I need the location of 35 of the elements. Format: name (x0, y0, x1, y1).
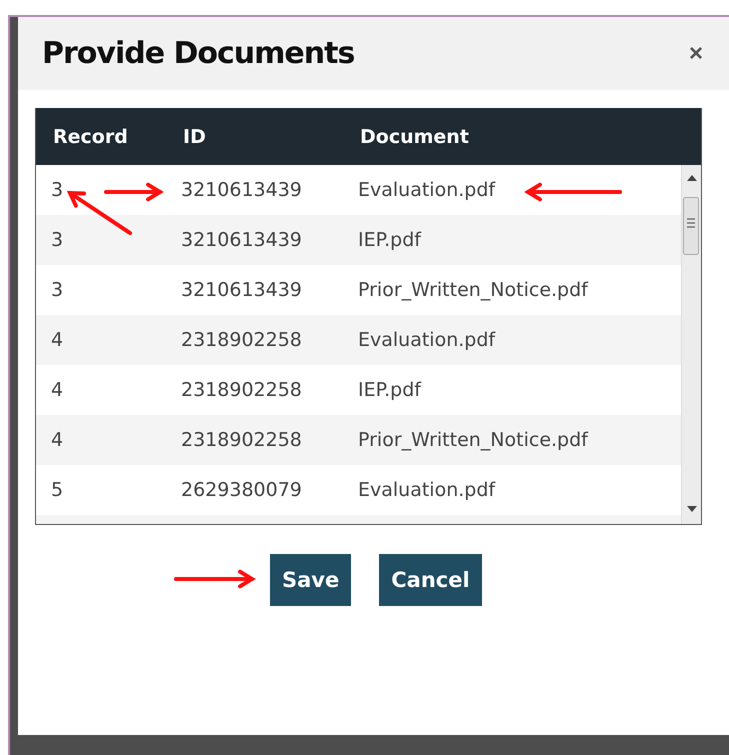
table-cell: 5 (51, 479, 64, 501)
column-header: ID (183, 126, 207, 148)
table-cell: 4 (51, 429, 64, 451)
table-cell: 3 (51, 279, 64, 301)
table-cell: Prior_Written_Notice.pdf (358, 279, 588, 301)
scroll-up-icon[interactable] (687, 175, 697, 181)
table-cell: 2318902258 (181, 429, 302, 451)
save-button[interactable]: Save (270, 554, 352, 606)
column-header: Record (53, 126, 129, 148)
table-row[interactable]: 4 2318902258 Prior_Written_Notice.pdf (36, 415, 681, 465)
scroll-thumb[interactable] (683, 197, 699, 255)
cancel-button[interactable]: Cancel (379, 554, 482, 606)
scrollbar[interactable] (681, 165, 701, 524)
table-row[interactable]: 3 3210613439 IEP.pdf (36, 215, 681, 265)
table-cell: IEP.pdf (358, 379, 421, 401)
table-cell: 3210613439 (181, 179, 302, 201)
table-cell: 2318902258 (181, 329, 302, 351)
table-cell: 2629380079 (181, 479, 302, 501)
table-cell: 3 (51, 179, 64, 201)
table-cell: 2318902258 (181, 379, 302, 401)
table-cell: 3210613439 (181, 279, 302, 301)
table-cell: 3 (51, 229, 64, 251)
table-cell: 4 (51, 329, 64, 351)
table-cell: Prior_Written_Notice.pdf (358, 429, 588, 451)
table-cell: Evaluation.pdf (358, 179, 496, 201)
table-cell: 4 (51, 379, 64, 401)
column-header: Document (360, 126, 470, 148)
dialog-title: Provide Documents (42, 36, 354, 71)
table-row[interactable]: 4 2318902258 Evaluation.pdf (36, 315, 681, 365)
table-cell: 3210613439 (181, 229, 302, 251)
table-cell: Evaluation.pdf (358, 479, 496, 501)
table-cell: IEP.pdf (358, 229, 421, 251)
table-cell: Evaluation.pdf (358, 329, 496, 351)
scroll-down-icon[interactable] (687, 506, 697, 512)
close-button[interactable]: × (688, 40, 703, 68)
